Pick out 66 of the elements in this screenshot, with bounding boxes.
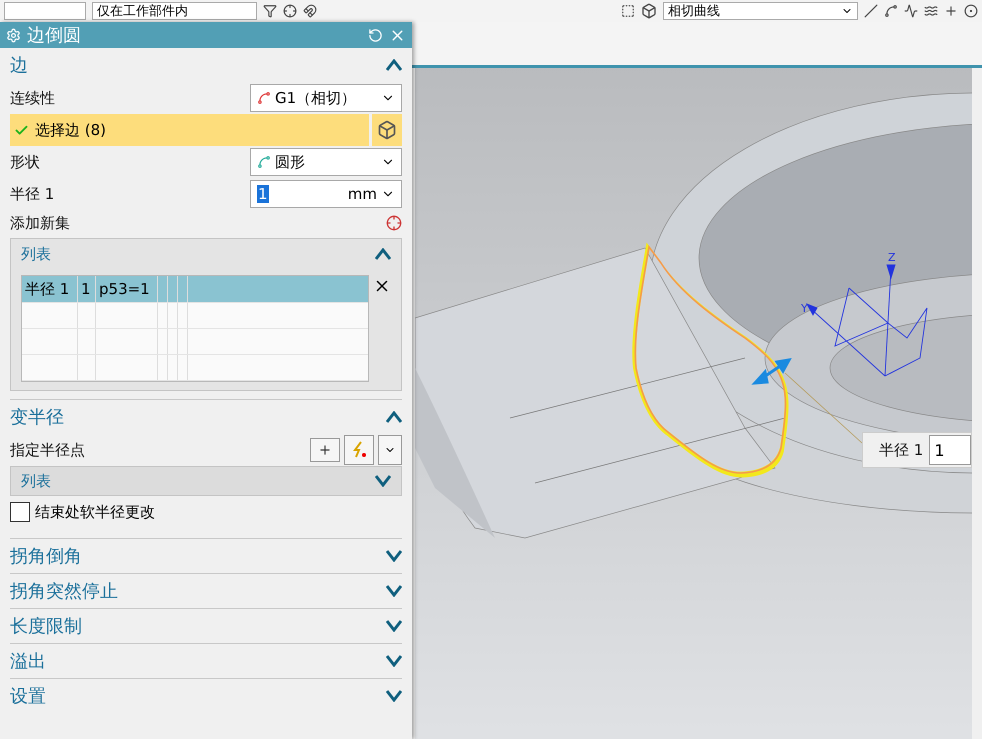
section-title[interactable]: 变半径	[10, 405, 64, 429]
spline-icon[interactable]	[884, 4, 898, 18]
crosshair-icon[interactable]	[283, 4, 297, 18]
section-title[interactable]: 溢出	[10, 649, 46, 673]
field-label: 添加新集	[10, 214, 70, 232]
checkbox[interactable]	[10, 502, 30, 522]
table-cell: 半径 1	[22, 276, 78, 302]
dialog-title: 边倒圆	[27, 24, 82, 47]
continuity-dropdown[interactable]: G1（相切）	[250, 84, 402, 112]
section-title[interactable]: 设置	[10, 684, 46, 708]
expand-icon[interactable]	[386, 690, 402, 702]
radius-input[interactable]: 1 mm	[250, 180, 402, 208]
list-title[interactable]: 列表	[21, 244, 51, 264]
field-label: 连续性	[10, 88, 55, 108]
point-dialog-button[interactable]	[310, 438, 340, 462]
collapse-icon[interactable]	[386, 411, 402, 423]
section-title[interactable]: 边	[10, 53, 28, 77]
blend-icon	[257, 155, 271, 169]
settings-icon[interactable]	[6, 28, 21, 42]
select-edge-button[interactable]	[372, 114, 402, 146]
shape-dropdown[interactable]: 圆形	[250, 148, 402, 176]
table-cell: 1	[78, 276, 96, 302]
filter-icon[interactable]	[263, 4, 277, 18]
radius-callout-label: 半径 1	[879, 440, 924, 460]
slash-icon[interactable]	[864, 4, 878, 18]
section-title[interactable]: 拐角倒角	[10, 544, 82, 568]
plus-icon	[318, 443, 332, 457]
collapse-icon[interactable]	[375, 248, 391, 260]
graphics-viewport[interactable]: Z Y 半径 1 1	[415, 68, 972, 739]
list-title: 列表	[21, 472, 51, 490]
activity-icon[interactable]	[904, 4, 918, 18]
section-title[interactable]: 拐角突然停止	[10, 579, 118, 603]
select-edge-row[interactable]: 选择边 (8)	[10, 114, 369, 146]
box-icon[interactable]	[641, 2, 657, 19]
wave-icon[interactable]	[924, 4, 938, 18]
field-label: 指定半径点	[10, 440, 85, 460]
expand-icon[interactable]	[386, 550, 402, 562]
reset-icon[interactable]	[368, 28, 383, 42]
filter-dropdown[interactable]: 仅在工作部件内	[92, 2, 257, 20]
lightning-point-icon	[350, 441, 368, 459]
table-cell: p53=1	[96, 276, 158, 302]
text-field[interactable]	[4, 2, 86, 20]
expand-icon[interactable]	[375, 475, 391, 487]
curve-rule-dropdown[interactable]: 相切曲线	[663, 2, 858, 20]
blend-icon	[257, 91, 271, 105]
section-title[interactable]: 长度限制	[10, 614, 82, 638]
field-label: 形状	[10, 152, 40, 172]
circle-dot-icon[interactable]	[964, 4, 978, 18]
drag-handle-icon[interactable]	[754, 358, 790, 384]
expand-icon[interactable]	[386, 585, 402, 597]
list-header[interactable]: 列表	[10, 466, 402, 496]
field-label: 半径 1	[10, 184, 54, 204]
plus-icon[interactable]	[944, 4, 958, 18]
table-row[interactable]: 半径 1 1 p53=1	[22, 276, 368, 303]
selection-box-icon[interactable]	[621, 4, 635, 18]
dropdown-button[interactable]	[378, 435, 402, 465]
magnet-icon[interactable]	[303, 4, 317, 18]
checkbox-label: 结束处软半径更改	[35, 502, 155, 522]
collapse-icon[interactable]	[386, 59, 402, 71]
radius-callout-input[interactable]: 1	[929, 435, 971, 465]
cube-icon	[377, 120, 397, 140]
expand-icon[interactable]	[386, 620, 402, 632]
select-edge-label: 选择边 (8)	[35, 120, 106, 140]
add-set-icon[interactable]	[386, 215, 402, 231]
expand-icon[interactable]	[386, 655, 402, 667]
coordinate-system-drawing: Z Y	[801, 251, 928, 376]
